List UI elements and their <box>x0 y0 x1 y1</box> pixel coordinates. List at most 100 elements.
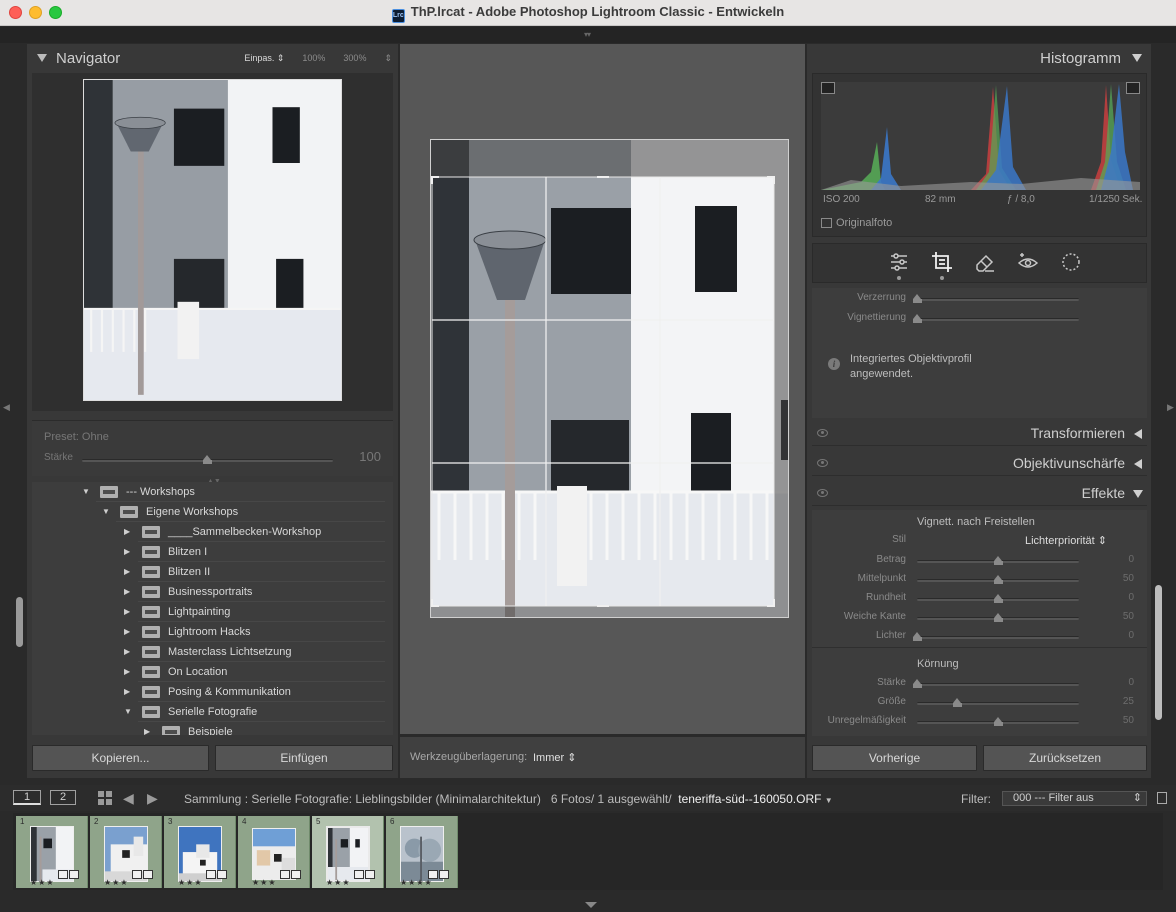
navigator-header[interactable]: Navigator Einpas. ⇕ 100% 300% ⇕ <box>27 44 398 72</box>
zoom-300-option[interactable]: 300% <box>343 53 366 64</box>
primary-screen-button[interactable]: 1 <box>13 790 41 805</box>
zoom-more-icon[interactable]: ⇕ <box>384 53 392 64</box>
navigator-preview[interactable] <box>32 73 393 411</box>
slider-value[interactable]: 0 <box>1102 677 1134 688</box>
histogram-graph[interactable] <box>821 82 1140 190</box>
vignette-style-dropdown[interactable]: Lichterpriorität ⇕ <box>1025 534 1107 547</box>
folder-item[interactable]: ▶ Blitzen I <box>124 542 207 561</box>
adjustment-slider[interactable] <box>917 613 1079 622</box>
collapse-triangle-icon[interactable] <box>1132 54 1142 62</box>
crop-icon[interactable] <box>930 250 954 274</box>
folder-item[interactable]: ▶ Businessportraits <box>124 582 252 601</box>
adjustment-slider[interactable] <box>912 294 1079 303</box>
adjustment-slider[interactable] <box>917 698 1079 707</box>
filmstrip-thumbnail[interactable]: 3 ★★★ <box>164 816 236 888</box>
adjustment-slider[interactable] <box>912 632 1079 641</box>
slider-value[interactable]: 0 <box>1102 554 1134 565</box>
highlight-clipping-toggle[interactable] <box>1126 82 1140 94</box>
navigator-thumbnail[interactable] <box>83 79 342 401</box>
adjustment-slider[interactable] <box>917 717 1079 726</box>
collapsed-triangle-icon[interactable]: ▶ <box>124 567 136 576</box>
masking-icon[interactable] <box>1059 250 1083 274</box>
folder-item[interactable]: ▶ Lightroom Hacks <box>124 622 251 641</box>
slider-knob[interactable] <box>912 632 922 642</box>
preset-strength-slider[interactable] <box>82 455 333 464</box>
crop-preview-image[interactable] <box>430 139 789 618</box>
collapsed-triangle-icon[interactable]: ▶ <box>124 547 136 556</box>
checkbox[interactable] <box>821 218 832 228</box>
section-sharpen-header[interactable]: Objektivunschärfe <box>812 452 1147 476</box>
collapsed-triangle-icon[interactable]: ▶ <box>124 647 136 656</box>
filter-dropdown[interactable]: 000 --- Filter aus ⇕ <box>1002 791 1147 806</box>
collapsed-triangle-icon[interactable]: ▶ <box>124 527 136 536</box>
previous-button[interactable]: Vorherige <box>812 745 977 771</box>
red-eye-icon[interactable] <box>1016 250 1040 274</box>
slider-value[interactable]: 50 <box>1102 715 1134 726</box>
eye-icon[interactable] <box>817 489 828 497</box>
folder-item[interactable]: ▶ Posing & Kommunikation <box>124 682 291 701</box>
folder-item[interactable]: ▶ Masterclass Lichtsetzung <box>124 642 292 661</box>
tool-overlay-dropdown[interactable]: Immer ⇕ <box>533 751 576 764</box>
expanded-triangle-icon[interactable]: ▼ <box>82 487 94 496</box>
slider-knob[interactable] <box>912 314 922 324</box>
slider-value[interactable]: 0 <box>1102 630 1134 641</box>
filmstrip-thumbnail[interactable]: 5 ★★★ <box>312 816 384 888</box>
slider-knob[interactable] <box>993 556 1003 566</box>
zoom-100-option[interactable]: 100% <box>302 53 325 64</box>
collapsed-triangle-icon[interactable]: ▶ <box>124 607 136 616</box>
adjustment-slider[interactable] <box>917 556 1079 565</box>
expanded-triangle-icon[interactable]: ▼ <box>124 707 136 716</box>
collapsed-triangle-icon[interactable]: ▶ <box>124 587 136 596</box>
collapsed-triangle-icon[interactable]: ▶ <box>124 667 136 676</box>
collapsed-triangle-icon[interactable]: ▶ <box>124 627 136 636</box>
star-rating[interactable]: ★★★ <box>252 878 277 887</box>
healing-eraser-icon[interactable] <box>973 250 997 274</box>
folder-item[interactable]: ▼ --- Workshops <box>82 482 195 501</box>
star-rating[interactable]: ★★★ <box>104 878 129 887</box>
expand-triangle-icon[interactable] <box>1134 459 1142 469</box>
slider-value[interactable]: 25 <box>1102 696 1134 707</box>
original-photo-toggle[interactable]: Originalfoto <box>821 217 892 229</box>
collection-path[interactable]: Sammlung : Serielle Fotografie: Liebling… <box>184 792 833 806</box>
slider-knob[interactable] <box>993 613 1003 623</box>
slider-value[interactable]: 0 <box>1102 592 1134 603</box>
secondary-screen-button[interactable]: 2 <box>50 790 76 805</box>
shadow-clipping-toggle[interactable] <box>821 82 835 94</box>
top-panel-toggle[interactable]: ▾▾ <box>0 27 1176 43</box>
folder-item[interactable]: ▶ Beispiele <box>144 722 233 735</box>
collapsed-triangle-icon[interactable]: ▶ <box>144 727 156 735</box>
folder-item[interactable]: ▶ ____Sammelbecken-Workshop <box>124 522 321 541</box>
filter-lock-icon[interactable] <box>1157 792 1167 804</box>
slider-knob[interactable] <box>912 679 922 689</box>
copy-button[interactable]: Kopieren... <box>32 745 209 771</box>
back-arrow-icon[interactable]: ◀ <box>123 790 134 807</box>
star-rating[interactable]: ★★★★ <box>400 878 433 887</box>
grid-view-icon[interactable] <box>98 791 112 805</box>
folder-item[interactable]: ▼ Serielle Fotografie <box>124 702 257 721</box>
slider-value[interactable]: 50 <box>1102 573 1134 584</box>
eye-icon[interactable] <box>817 459 828 467</box>
expand-triangle-icon[interactable] <box>1134 429 1142 439</box>
slider-value[interactable]: 50 <box>1102 611 1134 622</box>
edit-sliders-icon[interactable] <box>887 250 911 274</box>
slider-knob[interactable] <box>993 594 1003 604</box>
star-rating[interactable]: ★★★ <box>178 878 203 887</box>
filmstrip-thumbnail[interactable]: 4 ★★★ <box>238 816 310 888</box>
right-panel-toggle-icon[interactable]: ▶ <box>1167 402 1174 413</box>
adjustment-slider[interactable] <box>912 679 1079 688</box>
bottom-panel-toggle-icon[interactable] <box>585 902 597 908</box>
eye-icon[interactable] <box>817 429 828 437</box>
star-rating[interactable]: ★★★ <box>30 878 55 887</box>
filmstrip-thumbnail[interactable]: 6 ★★★★ <box>386 816 458 888</box>
slider-knob[interactable] <box>993 575 1003 585</box>
expanded-triangle-icon[interactable]: ▼ <box>102 507 114 516</box>
adjustment-slider[interactable] <box>917 575 1079 584</box>
collapsed-triangle-icon[interactable]: ▶ <box>124 687 136 696</box>
section-effects-header[interactable]: Effekte <box>812 482 1147 506</box>
left-panel-toggle-icon[interactable]: ◀ <box>3 402 10 413</box>
folder-item[interactable]: ▶ Lightpainting <box>124 602 230 621</box>
adjustment-slider[interactable] <box>917 594 1079 603</box>
histogram-header[interactable]: Histogramm <box>807 44 1151 72</box>
image-canvas[interactable] <box>400 44 805 734</box>
slider-knob[interactable] <box>993 717 1003 727</box>
